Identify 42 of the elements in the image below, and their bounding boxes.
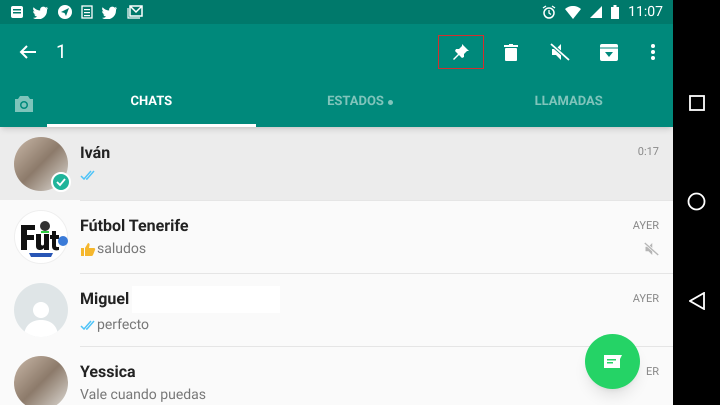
message-time: 0:17 <box>638 144 659 160</box>
overview-button-icon[interactable] <box>688 95 704 112</box>
menu-icon <box>651 44 655 60</box>
bird-icon <box>33 6 49 18</box>
notification-icon <box>10 5 24 19</box>
message-time: ER <box>646 364 659 380</box>
back-button-icon[interactable] <box>688 292 704 310</box>
chat-row[interactable]: Iván 0:17 <box>0 127 673 200</box>
selected-count: 1 <box>56 38 67 65</box>
camera-icon <box>14 95 34 112</box>
alarm-icon <box>542 5 556 19</box>
message-time: AYER <box>632 218 659 234</box>
archive-icon <box>600 44 618 60</box>
battery-icon <box>611 5 620 19</box>
clock: 11:07 <box>628 2 663 22</box>
contact-name: Miguel <box>80 289 130 309</box>
mail-icon <box>127 5 143 19</box>
muted-speaker-icon <box>644 242 659 256</box>
message-preview: saludos <box>97 240 146 258</box>
double-tick-icon <box>80 320 96 330</box>
muted-speaker-icon <box>550 43 570 61</box>
signal-icon <box>590 6 602 18</box>
thumbs-up-icon <box>80 240 96 256</box>
contact-name: Yessica <box>80 362 136 382</box>
bird-icon <box>102 6 118 18</box>
message-preview: perfecto <box>97 316 150 334</box>
message-time: AYER <box>632 290 659 307</box>
wifi-icon <box>565 6 582 18</box>
back-arrow-icon <box>19 44 37 60</box>
contact-name: Fútbol Tenerife <box>80 216 189 236</box>
photo-placeholder <box>14 356 68 405</box>
message-preview: Vale cuando puedas <box>80 386 206 404</box>
pin-button[interactable] <box>438 35 484 69</box>
double-tick-icon <box>80 170 96 180</box>
message-icon <box>602 354 622 369</box>
contact-name: Iván <box>80 142 110 162</box>
trash-icon <box>504 44 518 60</box>
photo-placeholder <box>14 136 68 190</box>
pin-icon <box>452 43 470 61</box>
paper-plane-icon <box>58 5 72 19</box>
home-button-icon[interactable] <box>687 192 706 211</box>
list-icon <box>81 5 93 19</box>
